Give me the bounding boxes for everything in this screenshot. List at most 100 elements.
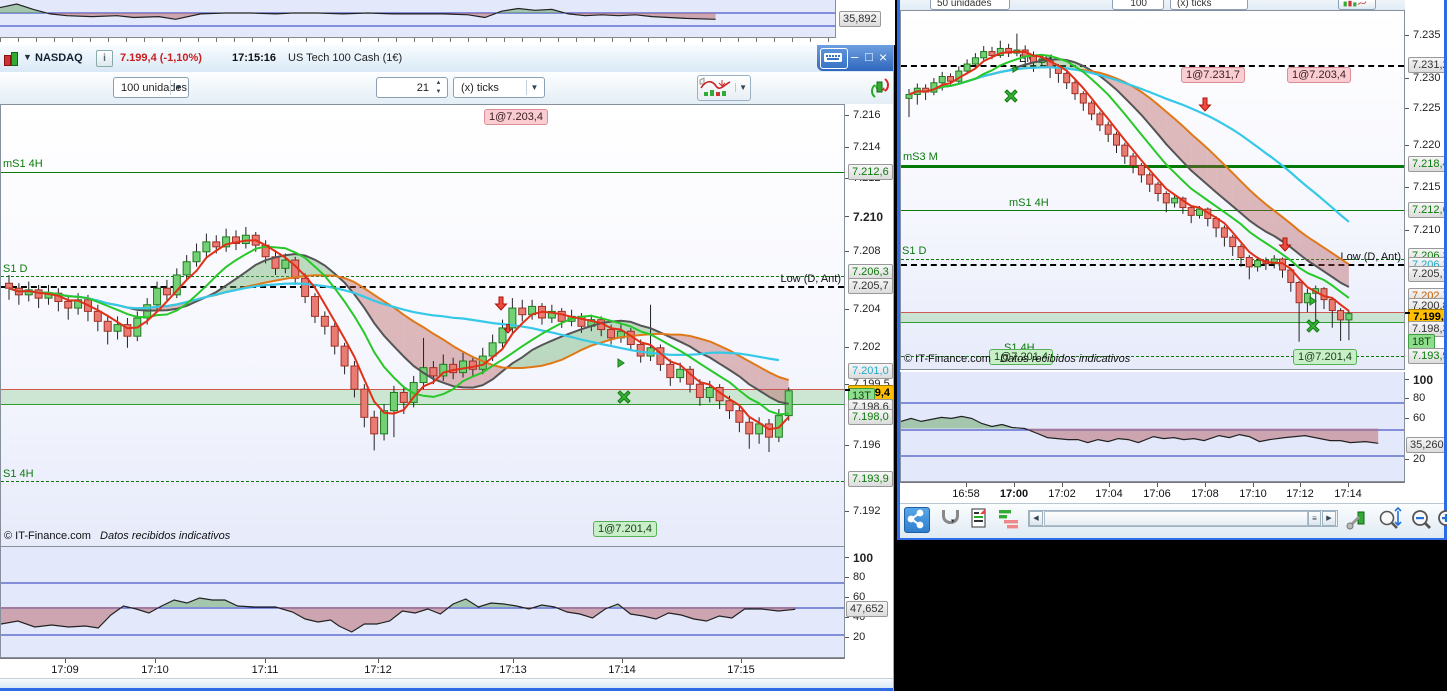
indicator-pane-right[interactable]	[900, 372, 1405, 482]
maximize-button[interactable]: □	[865, 49, 873, 64]
time-axis-label: 17:14	[608, 664, 636, 676]
time-axis-label: 17:02	[1048, 488, 1076, 500]
magnet-order-icon[interactable]: ▾	[940, 509, 960, 531]
close-position-x-icon	[1306, 319, 1320, 333]
indicator-svg[interactable]	[0, 0, 836, 37]
bottom-toolbar: ▾ ◀ ≡ ▶	[900, 503, 1447, 538]
axis-tick	[845, 251, 849, 252]
order-label[interactable]: 1@7.201,4	[1293, 349, 1357, 365]
time-tick	[1253, 483, 1254, 487]
instrument-name[interactable]: NASDAQ	[35, 52, 83, 64]
indicator-axis-label: 60	[1413, 412, 1426, 424]
time-tick	[1157, 483, 1158, 487]
axis-tick	[1405, 459, 1409, 460]
time-axis-right[interactable]: 16:58 17:00 17:02 17:04 17:06 17:08 17:10 17:12…	[900, 482, 1405, 504]
axis-tick	[845, 347, 849, 348]
time-tick	[1109, 483, 1110, 487]
axis-tick	[845, 617, 849, 618]
time-tick	[1062, 483, 1063, 487]
units-dropdown[interactable]: 50 unidades	[930, 0, 1010, 10]
scroll-right-icon[interactable]: ▶	[1322, 511, 1336, 526]
axis-tick	[845, 577, 849, 578]
order-label[interactable]: 1@7.203,4	[1287, 67, 1351, 83]
time-tick	[378, 659, 379, 663]
axis-tick	[845, 115, 849, 116]
interval-spinner[interactable]: 21 ▲ ▼	[376, 77, 448, 98]
share-button[interactable]	[904, 507, 930, 533]
indicator-axis-label: 80	[1413, 392, 1426, 404]
chart-window-nasdaq-tick100: 50 unidades 100 (x) ticks EM 4H mS3 MmS1 …	[897, 0, 1447, 540]
chevron-down-icon: ▼	[526, 80, 542, 95]
price-axis-badge: 7.205,7	[848, 278, 893, 294]
time-axis-label: 16:58	[952, 488, 980, 500]
time-axis-label: 17:00	[999, 488, 1029, 500]
price-chart-right[interactable]: EM 4H mS3 MmS1 4H S1 D Low (D, Ant) S1 4H 1@7…	[900, 10, 1405, 370]
time-tick	[265, 659, 266, 663]
news-document-icon[interactable]	[970, 508, 990, 532]
entry-triangle-icon	[1309, 296, 1317, 306]
zoom-vertical-icon[interactable]	[1376, 507, 1402, 533]
order-label[interactable]: 1@7.231,7	[1181, 67, 1245, 83]
time-tick	[1205, 483, 1206, 487]
order-label[interactable]: 1@7.203,4	[484, 109, 548, 125]
chevron-down-icon[interactable]: ▼	[735, 83, 747, 92]
price-axis-badge: 7.201,0	[848, 363, 893, 379]
instrument-description: US Tech 100 Cash (1€)	[288, 52, 403, 64]
price-axis-label: 7.210	[1413, 224, 1441, 236]
indicator-svg[interactable]	[1, 547, 845, 658]
zoom-in-icon[interactable]	[1434, 507, 1447, 533]
candles-svg[interactable]	[1, 105, 844, 546]
title-bar[interactable]: ▼ NASDAQ i 7.199,4 (-1,10%) 17:15:16 US …	[0, 45, 893, 73]
minimize-button[interactable]: –	[851, 49, 858, 64]
strip-indicator-pane[interactable]	[0, 0, 836, 37]
chart-style-button[interactable]: ▼	[697, 75, 751, 101]
indicator-pane-left[interactable]	[0, 547, 845, 658]
interval-unit-dropdown[interactable]: (x) ticks ▼	[453, 77, 545, 98]
close-button[interactable]: ×	[879, 49, 887, 65]
axis-tick	[845, 216, 849, 217]
scrollbar-thumb[interactable]	[1044, 511, 1308, 526]
price-axis-badge: 7.231,2	[1408, 57, 1444, 73]
indicator-svg[interactable]	[901, 372, 1405, 482]
time-tick	[65, 659, 66, 663]
interval-unit-dropdown[interactable]: (x) ticks	[1170, 0, 1248, 10]
strip-indicator-value-badge: 35,892	[839, 11, 881, 27]
instrument-dropdown-icon[interactable]: ▼	[23, 52, 32, 62]
realtime-refresh-icon[interactable]	[869, 76, 891, 100]
axis-tick	[1405, 187, 1409, 188]
indicator-axis-left: 100 80 60 40 20 47,652	[845, 547, 893, 658]
axis-tick	[845, 445, 849, 446]
current-price-tick	[845, 388, 850, 391]
price-axis-label: 7.220	[1413, 139, 1441, 151]
chevron-down-icon: ▼	[170, 80, 186, 95]
scroll-left-icon[interactable]: ◀	[1029, 511, 1043, 526]
price-axis-label: 7.192	[853, 505, 881, 517]
chart-toolbar: 100 unidades ▼ 21 ▲ ▼ (x) ticks ▼ ▼	[0, 72, 893, 105]
units-dropdown[interactable]: 100 unidades ▼	[113, 77, 189, 98]
spinner-arrows-icon[interactable]: ▲ ▼	[432, 79, 445, 97]
zoom-out-icon[interactable]	[1408, 507, 1434, 533]
interval-spinner[interactable]: 100	[1112, 0, 1164, 10]
background-chart-strip: 35,892	[0, 0, 895, 46]
axis-tick	[845, 309, 849, 310]
time-axis-left[interactable]: 17:09 17:10 17:11 17:12 17:13 17:14 17:15	[0, 658, 845, 679]
price-chart-left[interactable]: mS1 4H S1 D Low (D, Ant) S1 4H 1@7.203,4 1@7.…	[0, 104, 845, 547]
time-axis-label: 17:06	[1143, 488, 1171, 500]
strip-axis: 35,892	[837, 0, 895, 45]
scrollbar-menu[interactable]: ≡	[1308, 511, 1321, 526]
indicator-value-badge: 35,260	[1406, 437, 1444, 453]
order-book-icon[interactable]	[998, 508, 1022, 532]
entry-triangle-icon	[617, 358, 625, 368]
order-label[interactable]: 1@7.201,4	[593, 521, 657, 537]
time-scrollbar[interactable]: ◀ ≡ ▶	[1028, 510, 1338, 527]
keyboard-icon[interactable]	[820, 48, 848, 69]
info-icon[interactable]: i	[96, 50, 113, 67]
axis-tick	[845, 511, 849, 512]
chart-settings-wrench-icon[interactable]	[1346, 508, 1370, 532]
price-change: 7.199,4 (-1,10%)	[120, 52, 202, 64]
chart-style-button[interactable]	[1338, 0, 1376, 10]
candles-svg[interactable]	[901, 11, 1404, 369]
price-axis-badge: 7.212,6	[1408, 202, 1444, 218]
price-axis-right[interactable]: 7.235 7.230 7.225 7.220 7.215 7.210 7.231,2 7.2…	[1405, 0, 1444, 372]
price-axis-left[interactable]: 7.2167.2147.2127.2107.2087.2047.2027.199…	[845, 104, 893, 547]
